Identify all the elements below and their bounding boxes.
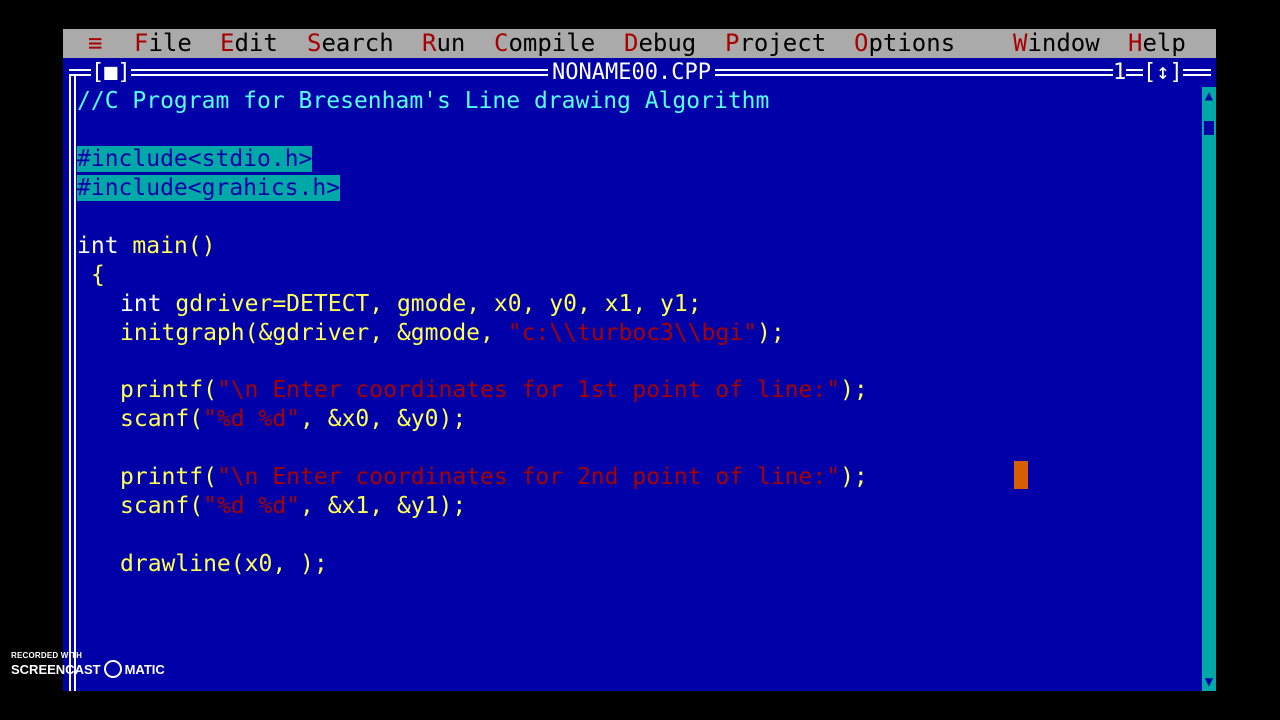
code-line-15: scanf("%d %d", &x1, &y1); — [120, 493, 467, 519]
close-box-icon[interactable]: [■] — [91, 58, 131, 87]
menu-help[interactable]: Help — [1128, 29, 1186, 58]
code-line-9: initgraph(&gdriver, &gmode, "c:\\turboc3… — [120, 320, 785, 346]
include-graphics: #include<grahics.h> — [77, 175, 341, 201]
menu-options[interactable]: Options — [854, 29, 955, 58]
code-line-11: printf("\n Enter coordinates for 1st poi… — [120, 377, 868, 403]
watermark-matic: MATIC — [124, 661, 165, 677]
include-stdio: #include<stdio.h> — [77, 146, 313, 172]
system-menu-icon[interactable]: ≡ — [88, 29, 102, 58]
menu-bar: ≡ File Edit Search Run Compile Debug Pro… — [63, 29, 1216, 58]
code-line-6: int main() — [77, 233, 216, 259]
menu-edit[interactable]: Edit — [220, 29, 278, 58]
code-line-4: #include<grahics.h> — [77, 174, 341, 203]
turbo-cpp-screen: ≡ File Edit Search Run Compile Debug Pro… — [63, 29, 1216, 691]
code-line-14: printf("\n Enter coordinates for 2nd poi… — [120, 464, 868, 490]
scroll-down-icon[interactable]: ▼ — [1202, 673, 1216, 691]
menu-file[interactable]: File — [134, 29, 192, 58]
window-title: NONAME00.CPP — [548, 58, 715, 87]
menu-search[interactable]: Search — [307, 29, 394, 58]
window-title-bar: [■] NONAME00.CPP 1 [↕] — [63, 58, 1216, 87]
screencast-watermark: RECORDED WITH SCREENCAST MATIC — [11, 651, 165, 678]
frame-left-line-2 — [74, 74, 76, 691]
menu-window[interactable]: Window — [1013, 29, 1100, 58]
code-line-7: { — [91, 262, 105, 288]
code-editor[interactable]: //C Program for Bresenham's Line drawing… — [77, 87, 1197, 691]
menu-compile[interactable]: Compile — [494, 29, 595, 58]
watermark-recorded-with: RECORDED WITH — [11, 651, 83, 660]
code-line-17: drawline(x0, ); — [120, 551, 328, 577]
menu-run[interactable]: Run — [422, 29, 465, 58]
frame-left-line-1 — [69, 74, 71, 691]
code-line-3: #include<stdio.h> — [77, 145, 313, 174]
screencast-logo-icon — [103, 660, 122, 678]
scroll-thumb[interactable] — [1204, 121, 1214, 135]
scroll-up-icon[interactable]: ▲ — [1202, 87, 1216, 105]
window-number: 1 — [1113, 58, 1127, 87]
menu-debug[interactable]: Debug — [624, 29, 696, 58]
menu-project[interactable]: Project — [725, 29, 826, 58]
text-cursor — [1014, 461, 1028, 489]
code-line-12: scanf("%d %d", &x0, &y0); — [120, 406, 467, 432]
code-line-1: //C Program for Bresenham's Line drawing… — [77, 88, 770, 114]
zoom-box-icon[interactable]: [↕] — [1143, 58, 1183, 87]
vertical-scrollbar[interactable]: ▲ ▼ — [1202, 87, 1216, 691]
code-line-8: int gdriver=DETECT, gmode, x0, y0, x1, y… — [120, 291, 702, 317]
watermark-screencast: SCREENCAST — [11, 661, 101, 677]
